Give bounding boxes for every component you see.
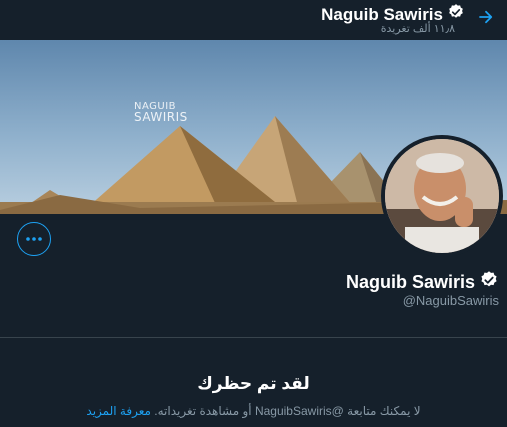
- verified-badge-icon: [479, 270, 499, 295]
- profile-handle: @NaguibSawiris: [402, 293, 499, 308]
- blocked-message: لا يمكنك متابعة @NaguibSawiris أو مشاهدة…: [0, 404, 507, 418]
- avatar[interactable]: [381, 135, 503, 257]
- divider: [0, 337, 507, 338]
- more-options-icon: [26, 237, 42, 241]
- back-arrow-icon[interactable]: [475, 6, 497, 28]
- learn-more-link[interactable]: معرفة المزيد: [86, 404, 151, 418]
- banner-logo-line2: SAWIRIS: [134, 110, 188, 124]
- tweet-count: ١١٫٨ ألف تغريدة: [380, 23, 455, 35]
- blocked-title: لقد تم حظرك: [197, 374, 310, 393]
- more-options-button[interactable]: [17, 222, 51, 256]
- banner-logo: NAGUIB SAWIRIS: [134, 102, 188, 124]
- blocked-message-text: لا يمكنك متابعة @NaguibSawiris أو مشاهدة…: [154, 404, 421, 418]
- profile-name: Naguib Sawiris: [345, 272, 475, 292]
- profile-name-row: Naguib Sawiris: [346, 270, 499, 295]
- top-bar: Naguib Sawiris ١١٫٨ ألف تغريدة: [0, 0, 507, 40]
- avatar-photo: [385, 139, 499, 253]
